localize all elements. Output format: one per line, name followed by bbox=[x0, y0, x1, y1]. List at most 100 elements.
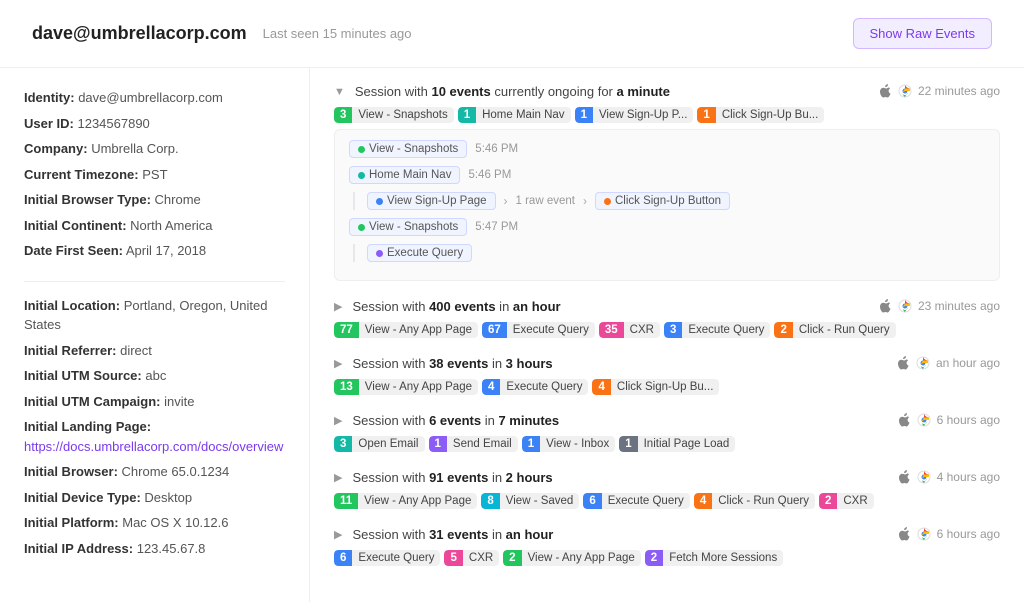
session-toggle-icon[interactable]: ▶ bbox=[334, 357, 342, 370]
session-tag: 4Click Sign-Up Bu... bbox=[592, 379, 719, 395]
device-value: Desktop bbox=[144, 490, 192, 505]
session-tag: 3View - Snapshots bbox=[334, 107, 454, 123]
main-content: Identity: dave@umbrellacorp.com User ID:… bbox=[0, 68, 1024, 602]
session-meta: an hour ago bbox=[896, 356, 1000, 370]
session-tag: 35CXR bbox=[599, 322, 660, 338]
landing-page-label: Initial Landing Page: bbox=[24, 419, 151, 434]
expanded-sub-row: Execute Query bbox=[353, 244, 985, 262]
header-left: dave@umbrellacorp.com Last seen 15 minut… bbox=[32, 23, 412, 44]
session-meta: 22 minutes ago bbox=[878, 84, 1000, 98]
session-time-ago: an hour ago bbox=[936, 356, 1000, 370]
event-label: View - Snapshots bbox=[369, 221, 458, 233]
timezone-row: Current Timezone: PST bbox=[24, 165, 285, 185]
event-dot-icon bbox=[358, 146, 365, 153]
session-toggle-icon[interactable]: ▼ bbox=[334, 86, 345, 98]
session-tag: 4Click - Run Query bbox=[694, 493, 815, 509]
session-title: Session with 6 events in 7 minutes bbox=[352, 413, 559, 428]
session-time-ago: 23 minutes ago bbox=[918, 299, 1000, 313]
company-value: Umbrella Corp. bbox=[91, 141, 178, 156]
session-tag: 13View - Any App Page bbox=[334, 379, 478, 395]
session-tag: 11View - Any App Page bbox=[334, 493, 477, 509]
timezone-label: Current Timezone: bbox=[24, 167, 139, 182]
referrer-value: direct bbox=[120, 343, 152, 358]
platform-value: Mac OS X 10.12.6 bbox=[122, 515, 228, 530]
session-expanded-content: View - Snapshots 5:46 PM Home Main Nav 5… bbox=[334, 129, 1000, 281]
event-time: 5:47 PM bbox=[475, 221, 518, 233]
continent-row: Initial Continent: North America bbox=[24, 216, 285, 236]
device-label: Initial Device Type: bbox=[24, 490, 141, 505]
landing-page-link[interactable]: https://docs.umbrellacorp.com/docs/overv… bbox=[24, 439, 283, 454]
session-tags-row: 3Open Email1Send Email1View - Inbox1Init… bbox=[334, 436, 1000, 452]
session-tag: 1Send Email bbox=[429, 436, 518, 452]
utm-campaign-value: invite bbox=[164, 394, 194, 409]
session-header: ▶Session with 31 events in an hour 6 hour… bbox=[334, 527, 1000, 542]
referrer-row: Initial Referrer: direct bbox=[24, 341, 285, 361]
session-header-left: ▶Session with 400 events in an hour bbox=[334, 299, 561, 314]
userid-value: 1234567890 bbox=[77, 116, 149, 131]
session-tag: 5CXR bbox=[444, 550, 499, 566]
browser-value: Chrome 65.0.1234 bbox=[122, 464, 230, 479]
session-item: ▶Session with 38 events in 3 hoursan hou… bbox=[334, 356, 1000, 395]
event-label: Click Sign-Up Button bbox=[615, 195, 721, 207]
expanded-row: Home Main Nav 5:46 PM bbox=[349, 166, 985, 184]
browser-row: Initial Browser: Chrome 65.0.1234 bbox=[24, 462, 285, 482]
session-meta: 4 hours ago bbox=[897, 470, 1000, 484]
browser-type-row: Initial Browser Type: Chrome bbox=[24, 190, 285, 210]
location-label: Initial Location: bbox=[24, 298, 120, 313]
userid-row: User ID: 1234567890 bbox=[24, 114, 285, 134]
event-time: 5:46 PM bbox=[475, 143, 518, 155]
show-raw-events-button[interactable]: Show Raw Events bbox=[853, 18, 993, 49]
session-tag: 4Execute Query bbox=[482, 379, 588, 395]
session-tag: 8View - Saved bbox=[481, 493, 579, 509]
session-header-left: ▶Session with 31 events in an hour bbox=[334, 527, 553, 542]
session-tag: 1View - Inbox bbox=[522, 436, 615, 452]
session-header: ▼ Session with 10 events currently ongoin… bbox=[334, 84, 1000, 99]
session-item: ▶Session with 400 events in an hour 23 mi… bbox=[334, 299, 1000, 338]
sidebar: Identity: dave@umbrellacorp.com User ID:… bbox=[0, 68, 310, 602]
browser-type-label: Initial Browser Type: bbox=[24, 192, 151, 207]
event-dot-icon bbox=[376, 250, 383, 257]
expanded-flow-row: View Sign-Up Page › 1 raw event › Click … bbox=[353, 192, 985, 210]
session-meta: 6 hours ago bbox=[897, 527, 1000, 541]
expanded-event-tag: View Sign-Up Page bbox=[367, 192, 496, 210]
session-time-ago: 6 hours ago bbox=[937, 527, 1000, 541]
session-tag: 2Click - Run Query bbox=[774, 322, 895, 338]
session-tag: 2Fetch More Sessions bbox=[645, 550, 783, 566]
event-label: View Sign-Up Page bbox=[387, 195, 487, 207]
identity-label: Identity: bbox=[24, 90, 75, 105]
session-tag: 3Execute Query bbox=[664, 322, 770, 338]
raw-event-label: 1 raw event bbox=[516, 195, 575, 207]
session-title: Session with 91 events in 2 hours bbox=[352, 470, 552, 485]
identity-value: dave@umbrellacorp.com bbox=[78, 90, 223, 105]
company-label: Company: bbox=[24, 141, 88, 156]
session-tag: 3Open Email bbox=[334, 436, 425, 452]
utm-campaign-label: Initial UTM Campaign: bbox=[24, 394, 161, 409]
location-row: Initial Location: Portland, Oregon, Unit… bbox=[24, 296, 285, 335]
event-dot-icon bbox=[604, 198, 611, 205]
landing-page-row: Initial Landing Page: https://docs.umbre… bbox=[24, 417, 285, 456]
session-toggle-icon[interactable]: ▶ bbox=[334, 414, 342, 427]
sessions-panel: ▼ Session with 10 events currently ongoin… bbox=[310, 68, 1024, 602]
session-title: Session with 10 events currently ongoing… bbox=[355, 84, 670, 99]
session-tag: 2CXR bbox=[819, 493, 874, 509]
session-meta: 6 hours ago bbox=[897, 413, 1000, 427]
utm-source-value: abc bbox=[145, 368, 166, 383]
expanded-event-tag: View - Snapshots bbox=[349, 140, 467, 158]
session-toggle-icon[interactable]: ▶ bbox=[334, 300, 342, 313]
event-dot-icon bbox=[358, 224, 365, 231]
session-toggle-icon[interactable]: ▶ bbox=[334, 471, 342, 484]
session-tag: 77View - Any App Page bbox=[334, 322, 478, 338]
expanded-row: View - Snapshots 5:46 PM bbox=[349, 140, 985, 158]
session-toggle-icon[interactable]: ▶ bbox=[334, 528, 342, 541]
session-tag: 1Initial Page Load bbox=[619, 436, 735, 452]
session-tag: 2View - Any App Page bbox=[503, 550, 641, 566]
event-label: View - Snapshots bbox=[369, 143, 458, 155]
header: dave@umbrellacorp.com Last seen 15 minut… bbox=[0, 0, 1024, 68]
ip-value: 123.45.67.8 bbox=[137, 541, 206, 556]
session-item: ▶ Session with 6 events in 7 minutes 6 hou… bbox=[334, 413, 1000, 452]
session-header-left: ▶ Session with 6 events in 7 minutes bbox=[334, 413, 559, 428]
session-header: ▶Session with 400 events in an hour 23 mi… bbox=[334, 299, 1000, 314]
expanded-event-tag: View - Snapshots bbox=[349, 218, 467, 236]
user-email: dave@umbrellacorp.com bbox=[32, 23, 247, 44]
session-meta: 23 minutes ago bbox=[878, 299, 1000, 313]
